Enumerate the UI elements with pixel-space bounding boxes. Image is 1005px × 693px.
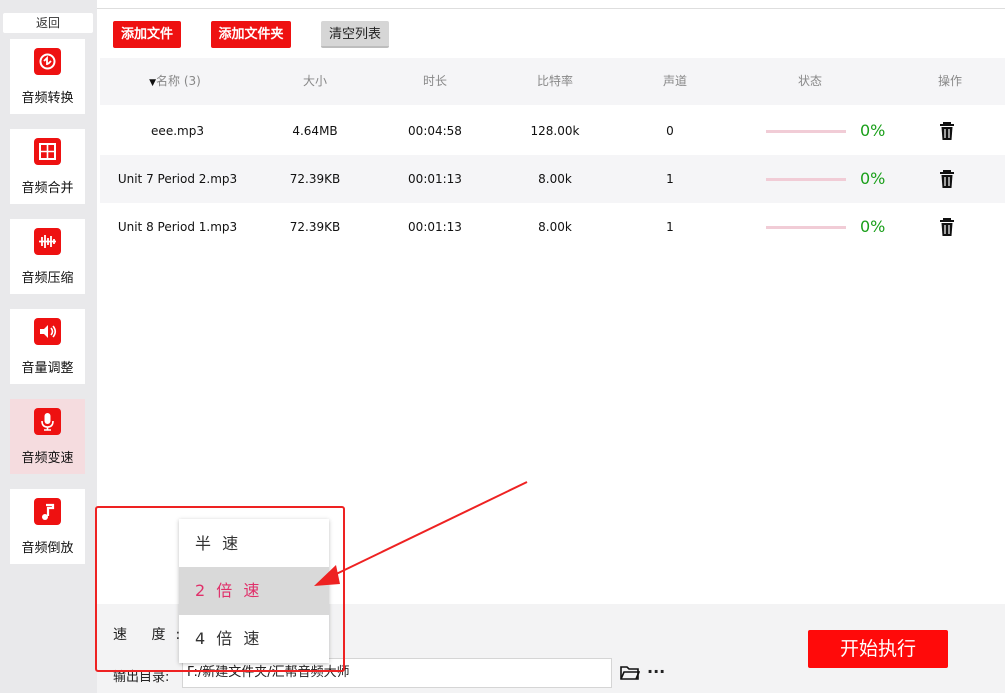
progress-bar [766,130,846,133]
file-size: 72.39KB [289,172,341,186]
sidebar-item-label: 音频压缩 [21,271,74,286]
progress-percent: 0% [860,169,886,188]
trash-icon[interactable] [938,169,956,189]
file-size: 72.39KB [289,220,341,234]
add-folder-button[interactable]: 添加文件夹 [211,21,291,48]
sidebar-item-label: 音频变速 [21,451,74,466]
sidebar-item-label: 音频倒放 [21,541,74,556]
table-row[interactable]: Unit 8 Period 1.mp3 72.39KB 00:01:13 8.0… [100,203,1005,251]
file-channels: 1 [666,220,674,234]
clear-list-button[interactable]: 清空列表 [321,21,389,48]
column-header-bitrate: 比特率 [536,74,573,88]
file-bitrate: 8.00k [538,172,572,186]
folder-icon[interactable] [620,665,640,681]
progress-bar [766,178,846,181]
column-header-channels: 声道 [662,74,687,88]
file-channels: 1 [666,172,674,186]
sidebar-item-label: 音频转换 [21,91,74,106]
sidebar-item-audio-convert[interactable]: 音频转换 [10,39,85,114]
divider [97,8,1005,9]
start-button[interactable]: 开始执行 [808,630,948,668]
file-bitrate: 8.00k [538,220,572,234]
column-header-size: 大小 [302,74,327,88]
file-bitrate: 128.00k [530,124,580,138]
audio-merge-icon [34,138,61,165]
sidebar: 返回 音频转换 音频合并 音频压缩 音量调整 音频变速 音频倒放 [0,0,97,693]
music-note-icon [34,498,61,525]
progress-percent: 0% [860,121,886,140]
volume-icon [34,318,61,345]
column-header-action: 操作 [937,74,962,88]
file-name: Unit 8 Period 1.mp3 [117,220,238,234]
table-row[interactable]: eee.mp3 4.64MB 00:04:58 128.00k 0 0% [100,107,1005,155]
more-icon[interactable]: ··· [647,662,667,682]
file-name: Unit 7 Period 2.mp3 [117,172,238,186]
trash-icon[interactable] [938,217,956,237]
file-duration: 00:01:13 [408,172,462,186]
file-duration: 00:04:58 [408,124,462,138]
sidebar-item-audio-reverse[interactable]: 音频倒放 [10,489,85,564]
file-size: 4.64MB [292,124,338,138]
sort-down-icon: ▼ [149,78,157,88]
sidebar-item-label: 音频合并 [21,181,74,196]
progress-percent: 0% [860,217,886,236]
trash-icon[interactable] [938,121,956,141]
audio-compress-icon [34,228,61,255]
progress-bar [766,226,846,229]
file-channels: 0 [666,124,674,138]
sidebar-item-audio-merge[interactable]: 音频合并 [10,129,85,204]
column-header-status: 状态 [797,74,822,88]
table-row[interactable]: Unit 7 Period 2.mp3 72.39KB 00:01:13 8.0… [100,155,1005,203]
column-header-name[interactable]: ▼名称 (3) [100,58,250,105]
sidebar-item-label: 音量调整 [21,361,74,376]
file-duration: 00:01:13 [408,220,462,234]
sidebar-item-volume[interactable]: 音量调整 [10,309,85,384]
add-file-button[interactable]: 添加文件 [113,21,181,48]
audio-convert-icon [34,48,61,75]
table-header: ▼名称 (3) 大小 时长 比特率 声道 状态 操作 [100,58,1005,105]
annotation-highlight-box [95,506,345,672]
column-header-duration: 时长 [422,74,447,88]
microphone-icon [34,408,61,435]
sidebar-item-audio-speed[interactable]: 音频变速 [10,399,85,474]
file-name: eee.mp3 [151,124,204,138]
sidebar-item-audio-compress[interactable]: 音频压缩 [10,219,85,294]
back-button[interactable]: 返回 [3,13,93,33]
